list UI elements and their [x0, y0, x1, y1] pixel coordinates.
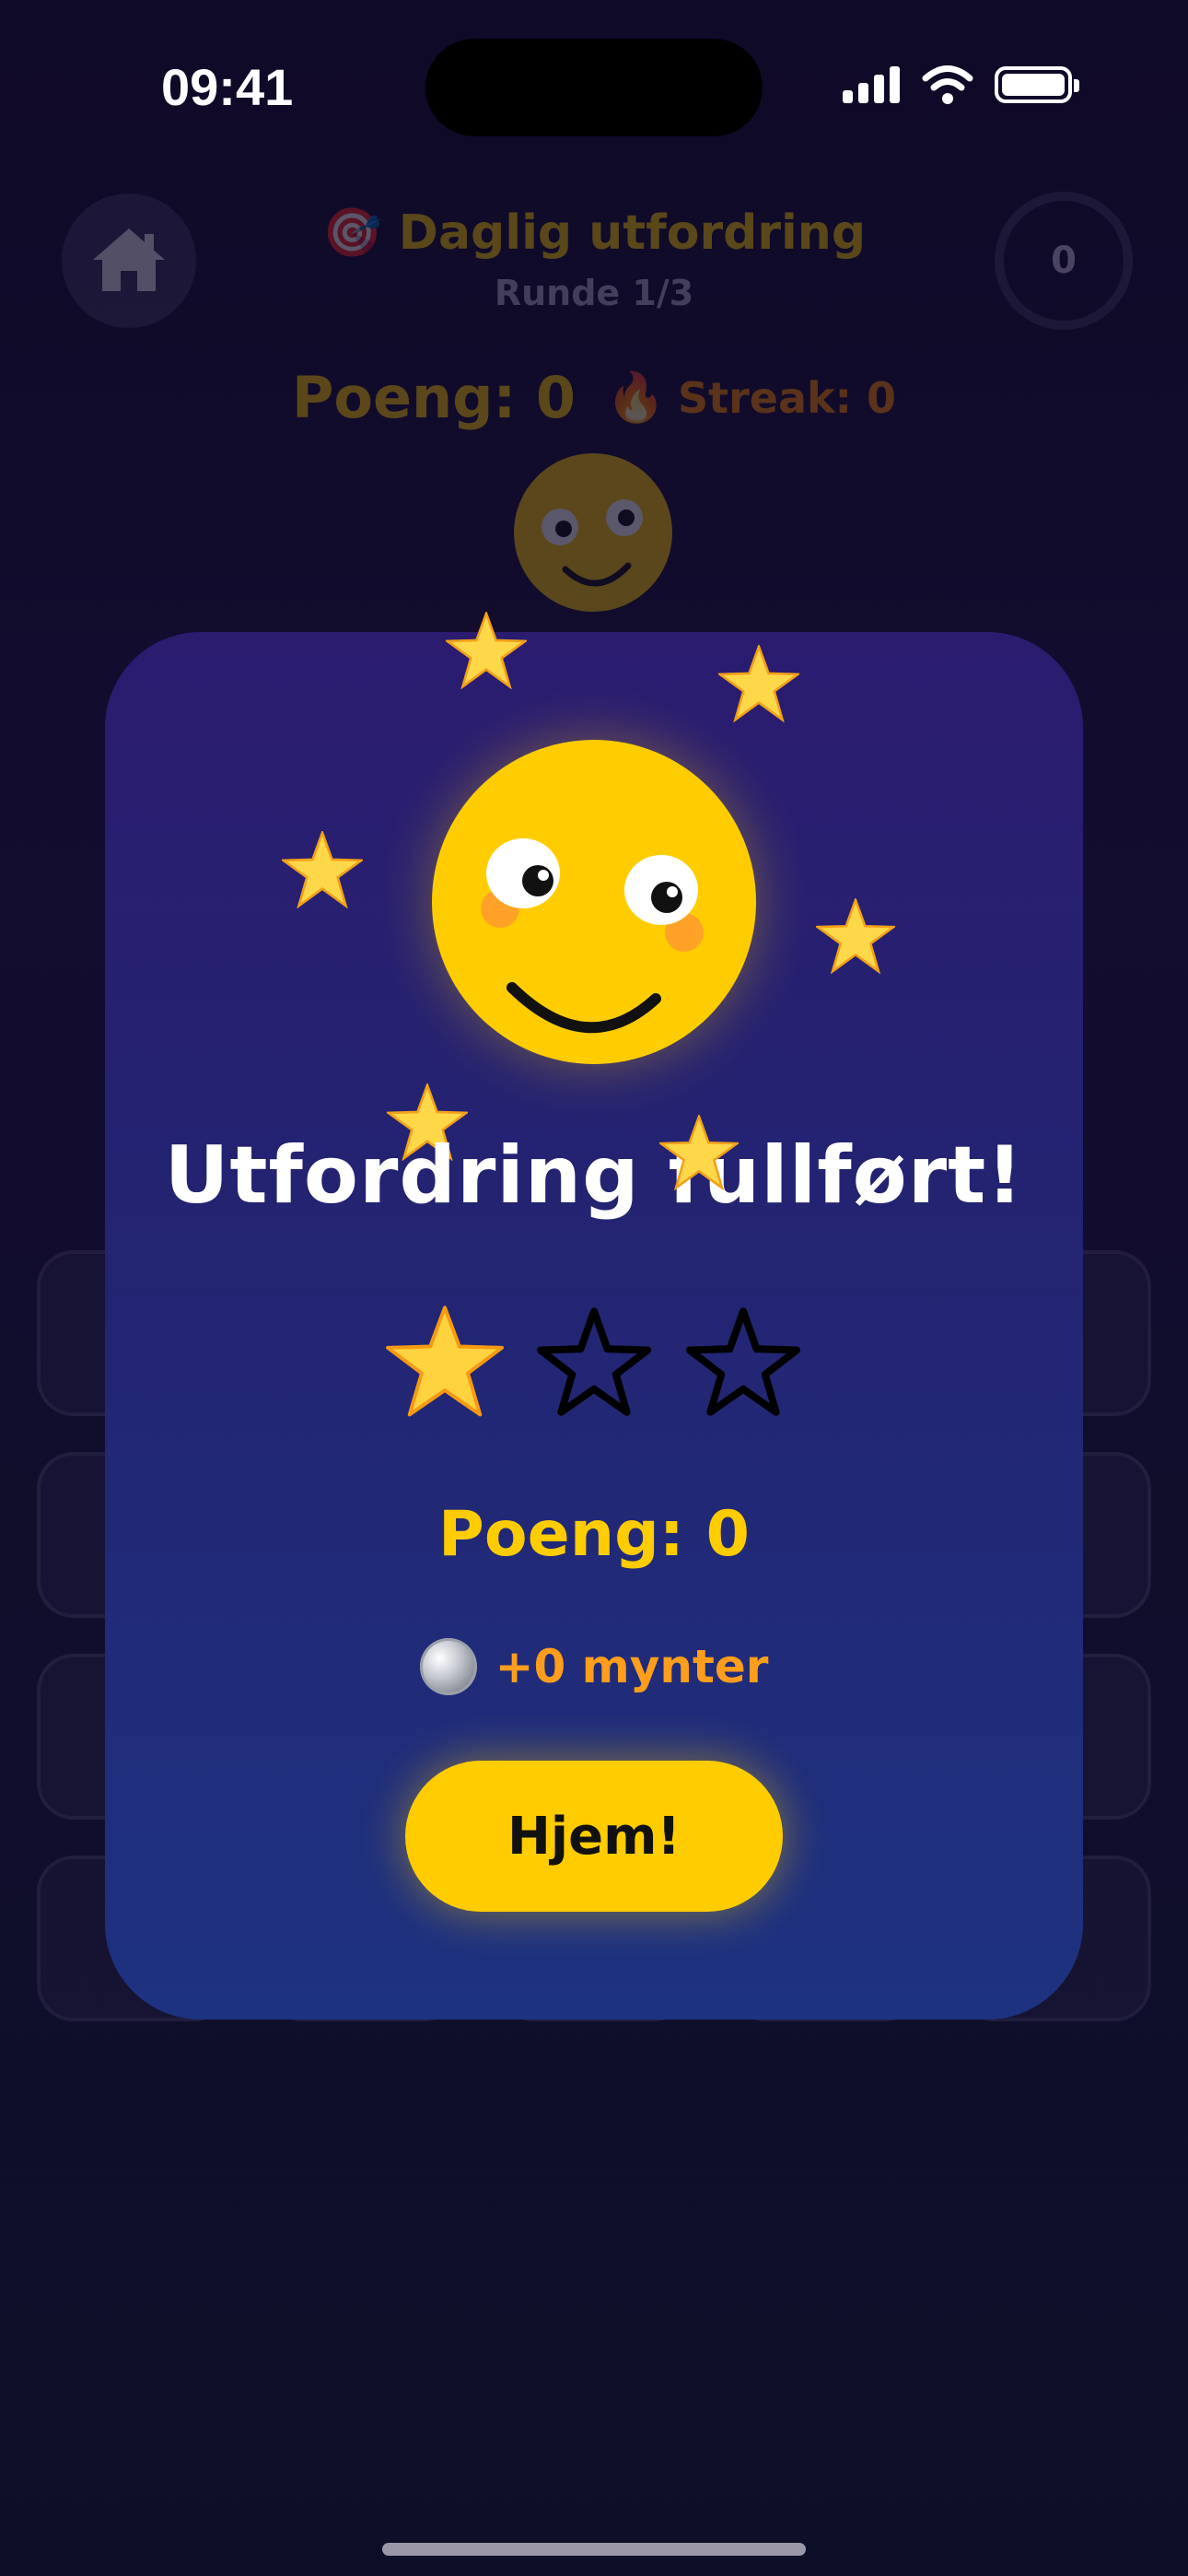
sparkle-star-icon	[282, 831, 363, 908]
star-empty-icon	[685, 1307, 801, 1416]
cellular-signal-icon	[843, 66, 902, 103]
star-filled-icon	[385, 1306, 505, 1417]
coin-icon	[419, 1638, 477, 1695]
coins-reward: +0 mynter	[0, 1638, 1188, 1695]
home-button[interactable]: Hjem!	[405, 1761, 783, 1912]
happy-smiley-icon	[432, 740, 756, 1064]
sparkle-star-icon	[446, 612, 527, 689]
star-empty-icon	[536, 1307, 652, 1416]
star-rating	[0, 1304, 1188, 1420]
wifi-icon	[922, 65, 973, 104]
sparkle-star-icon	[816, 898, 895, 974]
coins-text: +0 mynter	[495, 1640, 769, 1693]
battery-icon	[995, 66, 1079, 103]
dialog-title: Utfordring fullført!	[164, 1130, 1024, 1222]
sparkle-star-icon	[718, 645, 799, 722]
sparkle-star-icon	[659, 1115, 739, 1190]
home-indicator	[382, 2543, 806, 2556]
status-time: 09:41	[161, 58, 294, 116]
dynamic-island	[425, 39, 763, 136]
dialog-score: Poeng: 0	[438, 1498, 750, 1571]
